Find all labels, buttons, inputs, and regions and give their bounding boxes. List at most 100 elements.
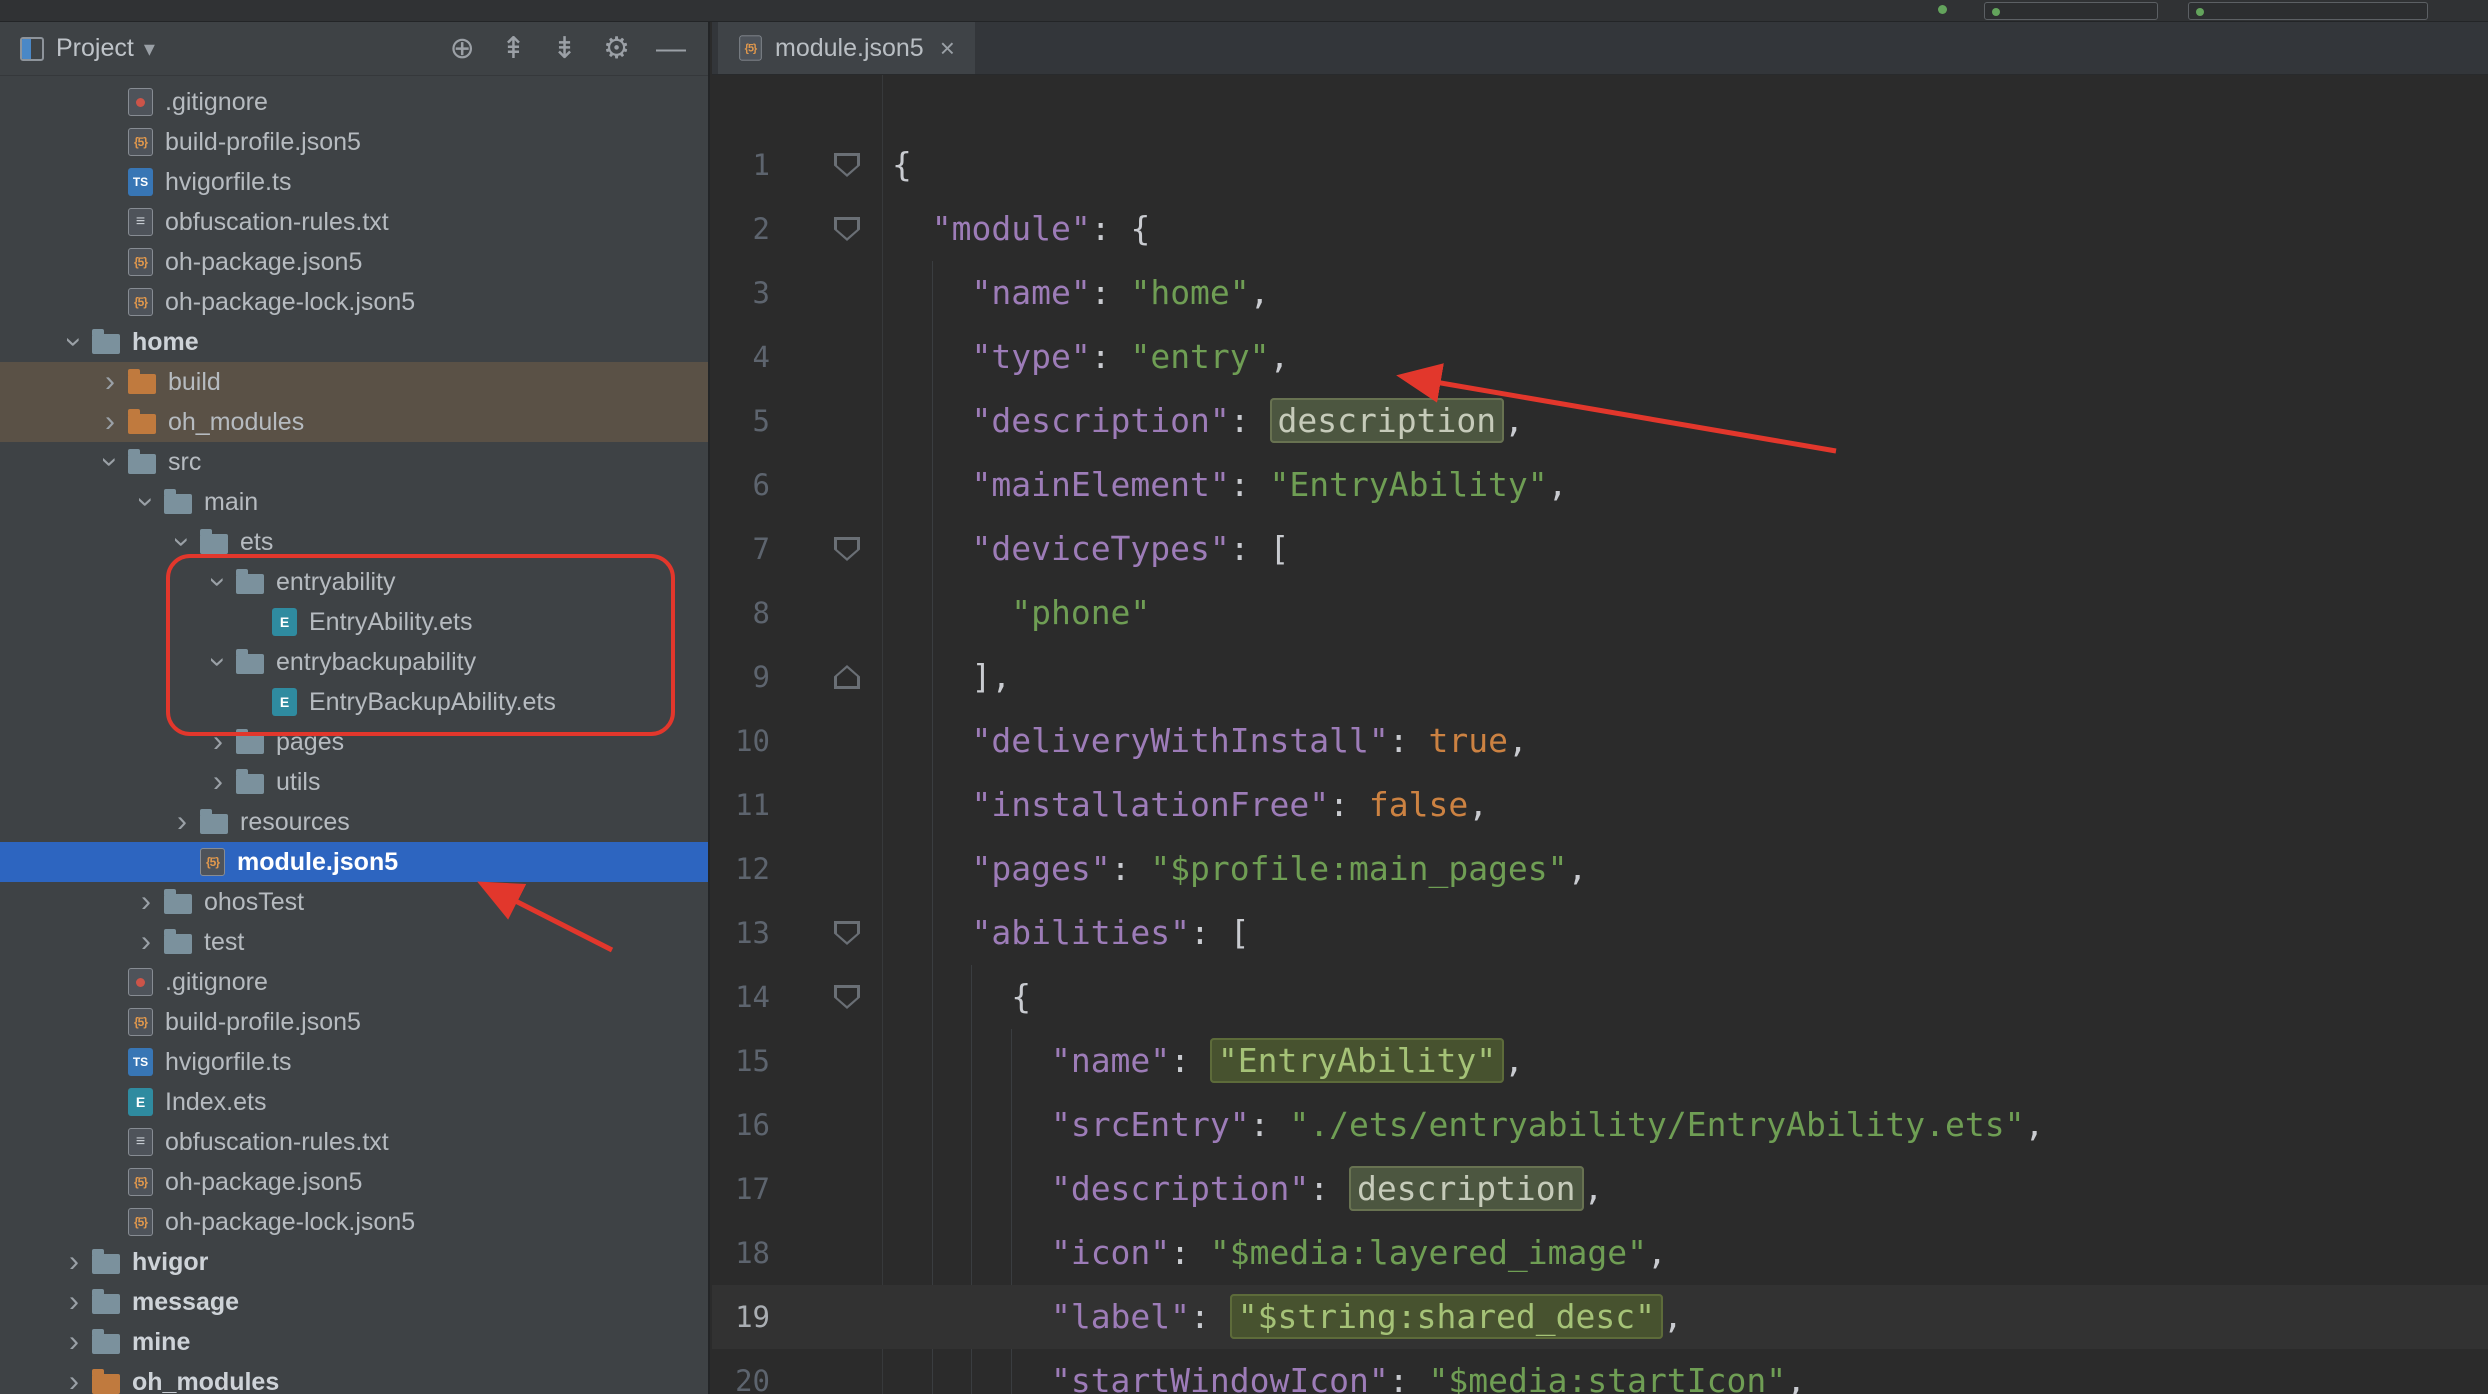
close-tab-icon[interactable]: × xyxy=(940,33,955,64)
code-text[interactable]: "srcEntry": "./ets/entryability/EntryAbi… xyxy=(882,1093,2044,1157)
chevron-open-icon[interactable]: › xyxy=(57,324,91,360)
chevron-closed-icon[interactable]: › xyxy=(128,925,164,959)
code-line-1[interactable]: 1{ xyxy=(712,133,2488,197)
chevron-closed-icon[interactable]: › xyxy=(92,405,128,439)
fold-open-icon[interactable] xyxy=(834,217,860,241)
code-line-11[interactable]: 11 "installationFree": false, xyxy=(712,773,2488,837)
tree-item-main[interactable]: ›main xyxy=(0,482,708,522)
code-line-9[interactable]: 9 ], xyxy=(712,645,2488,709)
tree-item-oh-modules[interactable]: ›oh_modules xyxy=(0,402,708,442)
code-text[interactable]: "startWindowIcon": "$media:startIcon", xyxy=(882,1349,1806,1394)
code-line-12[interactable]: 12 "pages": "$profile:main_pages", xyxy=(712,837,2488,901)
code-line-17[interactable]: 17 "description": description, xyxy=(712,1157,2488,1221)
expand-all-icon[interactable]: ⇟ xyxy=(552,34,577,64)
code-text[interactable]: "deliveryWithInstall": true, xyxy=(882,709,1528,773)
tree-item-mine[interactable]: ›mine xyxy=(0,1322,708,1362)
code-text[interactable]: "mainElement": "EntryAbility", xyxy=(882,453,1568,517)
chevron-open-icon[interactable]: › xyxy=(201,644,235,680)
tree-item--gitignore[interactable]: .gitignore xyxy=(0,962,708,1002)
code-line-10[interactable]: 10 "deliveryWithInstall": true, xyxy=(712,709,2488,773)
code-text[interactable]: "deviceTypes": [ xyxy=(882,517,1289,581)
code-text[interactable]: "label": "$string:shared_desc", xyxy=(882,1285,1683,1349)
code-line-2[interactable]: 2 "module": { xyxy=(712,197,2488,261)
code-line-7[interactable]: 7 "deviceTypes": [ xyxy=(712,517,2488,581)
tree-item-obfuscation-rules-txt[interactable]: obfuscation-rules.txt xyxy=(0,202,708,242)
code-text[interactable]: "module": { xyxy=(882,197,1150,261)
code-text[interactable]: { xyxy=(882,133,912,197)
chevron-closed-icon[interactable]: › xyxy=(56,1245,92,1279)
code-text[interactable]: ], xyxy=(882,645,1011,709)
code-line-3[interactable]: 3 "name": "home", xyxy=(712,261,2488,325)
tree-item-build-profile-json5[interactable]: build-profile.json5 xyxy=(0,122,708,162)
tree-item-ets[interactable]: ›ets xyxy=(0,522,708,562)
chevron-open-icon[interactable]: › xyxy=(165,524,199,560)
tree-item-oh-package-json5[interactable]: oh-package.json5 xyxy=(0,1162,708,1202)
fold-open-icon[interactable] xyxy=(834,537,860,561)
chevron-closed-icon[interactable]: › xyxy=(200,725,236,759)
tree-item-oh-modules[interactable]: ›oh_modules xyxy=(0,1362,708,1394)
chevron-open-icon[interactable]: › xyxy=(93,444,127,480)
tree-item-entrybackupability[interactable]: ›entrybackupability xyxy=(0,642,708,682)
code-line-15[interactable]: 15 "name": "EntryAbility", xyxy=(712,1029,2488,1093)
tree-item--gitignore[interactable]: .gitignore xyxy=(0,82,708,122)
tree-item-resources[interactable]: ›resources xyxy=(0,802,708,842)
code-line-18[interactable]: 18 "icon": "$media:layered_image", xyxy=(712,1221,2488,1285)
tree-item-oh-package-lock-json5[interactable]: oh-package-lock.json5 xyxy=(0,282,708,322)
project-view-selector[interactable]: Project xyxy=(56,34,134,63)
code-text[interactable]: "installationFree": false, xyxy=(882,773,1488,837)
tree-item-build-profile-json5[interactable]: build-profile.json5 xyxy=(0,1002,708,1042)
code-line-5[interactable]: 5 "description": description, xyxy=(712,389,2488,453)
code-line-4[interactable]: 4 "type": "entry", xyxy=(712,325,2488,389)
code-text[interactable]: "icon": "$media:layered_image", xyxy=(882,1221,1667,1285)
tree-item-hvigorfile-ts[interactable]: hvigorfile.ts xyxy=(0,1042,708,1082)
hide-panel-icon[interactable]: — xyxy=(656,34,686,64)
fold-open-icon[interactable] xyxy=(834,153,860,177)
chevron-closed-icon[interactable]: › xyxy=(164,805,200,839)
tree-item-hvigorfile-ts[interactable]: hvigorfile.ts xyxy=(0,162,708,202)
settings-icon[interactable]: ⚙ xyxy=(603,34,630,64)
chevron-closed-icon[interactable]: › xyxy=(56,1325,92,1359)
code-line-19[interactable]: 19 "label": "$string:shared_desc", xyxy=(712,1285,2488,1349)
code-text[interactable]: { xyxy=(882,965,1031,1029)
tree-item-entryability[interactable]: ›entryability xyxy=(0,562,708,602)
code-line-14[interactable]: 14 { xyxy=(712,965,2488,1029)
fold-close-icon[interactable] xyxy=(834,665,860,689)
tree-item-build[interactable]: ›build xyxy=(0,362,708,402)
chevron-closed-icon[interactable]: › xyxy=(128,885,164,919)
tree-item-module-json5[interactable]: module.json5 xyxy=(0,842,708,882)
tree-item-test[interactable]: ›test xyxy=(0,922,708,962)
chevron-open-icon[interactable]: › xyxy=(129,484,163,520)
fold-open-icon[interactable] xyxy=(834,921,860,945)
chevron-open-icon[interactable]: › xyxy=(201,564,235,600)
fold-open-icon[interactable] xyxy=(834,985,860,1009)
tab-module-json5[interactable]: module.json5 × xyxy=(718,22,975,74)
tree-item-oh-package-json5[interactable]: oh-package.json5 xyxy=(0,242,708,282)
code-text[interactable]: "type": "entry", xyxy=(882,325,1289,389)
tree-item-utils[interactable]: ›utils xyxy=(0,762,708,802)
code-line-20[interactable]: 20 "startWindowIcon": "$media:startIcon"… xyxy=(712,1349,2488,1394)
tree-item-index-ets[interactable]: Index.ets xyxy=(0,1082,708,1122)
run-config-box[interactable] xyxy=(2188,2,2428,20)
code-text[interactable]: "description": description, xyxy=(882,389,1524,453)
chevron-closed-icon[interactable]: › xyxy=(56,1365,92,1394)
code-text[interactable]: "phone" xyxy=(882,581,1150,645)
code-text[interactable]: "pages": "$profile:main_pages", xyxy=(882,837,1587,901)
code-text[interactable]: "description": description, xyxy=(882,1157,1603,1221)
code-line-16[interactable]: 16 "srcEntry": "./ets/entryability/Entry… xyxy=(712,1093,2488,1157)
code-line-8[interactable]: 8 "phone" xyxy=(712,581,2488,645)
code-text[interactable]: "abilities": [ xyxy=(882,901,1250,965)
tree-item-entryability-ets[interactable]: EntryAbility.ets xyxy=(0,602,708,642)
tree-item-home[interactable]: ›home xyxy=(0,322,708,362)
tree-item-src[interactable]: ›src xyxy=(0,442,708,482)
collapse-all-icon[interactable]: ⇞ xyxy=(501,34,526,64)
code-editor[interactable]: 1{2 "module": {3 "name": "home",4 "type"… xyxy=(712,75,2488,1394)
code-line-6[interactable]: 6 "mainElement": "EntryAbility", xyxy=(712,453,2488,517)
tree-item-entrybackupability-ets[interactable]: EntryBackupAbility.ets xyxy=(0,682,708,722)
tree-item-ohostest[interactable]: ›ohosTest xyxy=(0,882,708,922)
code-text[interactable]: "name": "home", xyxy=(882,261,1270,325)
device-selector-box[interactable] xyxy=(1984,2,2158,20)
code-line-13[interactable]: 13 "abilities": [ xyxy=(712,901,2488,965)
tree-item-hvigor[interactable]: ›hvigor xyxy=(0,1242,708,1282)
tree-item-obfuscation-rules-txt[interactable]: obfuscation-rules.txt xyxy=(0,1122,708,1162)
chevron-closed-icon[interactable]: › xyxy=(56,1285,92,1319)
